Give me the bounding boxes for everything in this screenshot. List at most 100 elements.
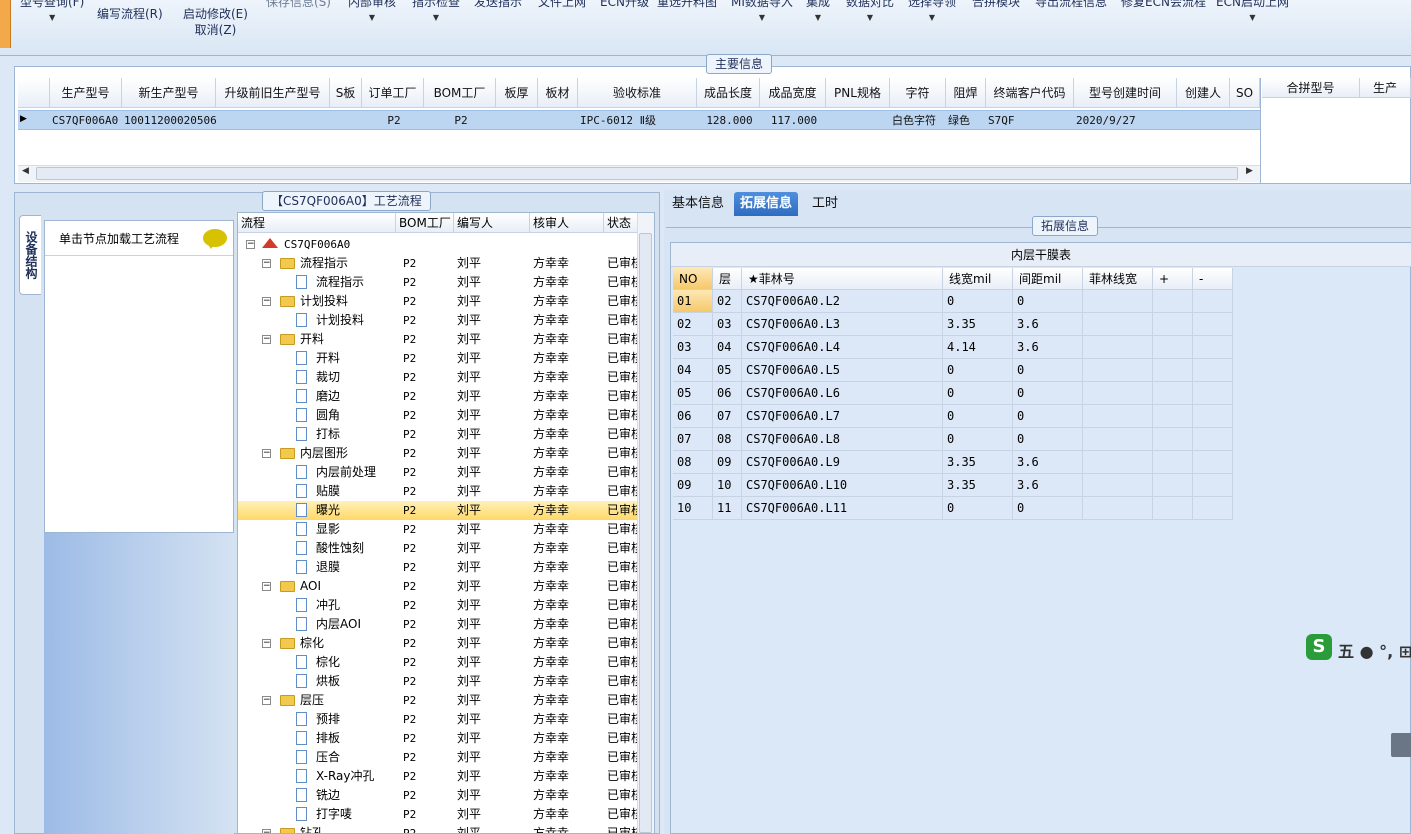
cell-12[interactable]: 白色字符 (890, 111, 946, 131)
ext-cell[interactable]: 05 (713, 359, 742, 382)
ext-cell[interactable] (1083, 428, 1153, 451)
ext-cell[interactable]: 0 (943, 497, 1013, 520)
cell-8[interactable]: IPC-6012 Ⅱ级 (578, 111, 697, 131)
ext-cell[interactable]: CS7QF006A0.L2 (742, 290, 943, 313)
ext-cell[interactable] (1153, 428, 1193, 451)
ext-cell[interactable]: 04 (713, 336, 742, 359)
ext-cell[interactable]: 10 (673, 497, 713, 520)
ext-cell[interactable]: 02 (673, 313, 713, 336)
cell-4[interactable]: P2 (362, 111, 424, 131)
tree-node[interactable]: 排板 P2 刘平 方幸幸 已审核 (238, 729, 638, 748)
collapse-icon[interactable]: − (262, 259, 271, 268)
cell-11[interactable] (826, 111, 890, 131)
ext-cell[interactable] (1153, 290, 1193, 313)
toolbar-button-4[interactable]: 内部审核 ▼ (348, 0, 396, 50)
ext-cell[interactable] (1153, 451, 1193, 474)
col-header-0[interactable]: 生产型号 (50, 78, 122, 108)
ext-cell[interactable]: 09 (713, 451, 742, 474)
ext-cell[interactable]: 0 (1013, 405, 1083, 428)
col-header-13[interactable]: 阻焊 (946, 78, 986, 108)
scroll-left-icon[interactable]: ◀ (22, 166, 29, 176)
tree-node[interactable]: 压合 P2 刘平 方幸幸 已审核 (238, 748, 638, 767)
cell-15[interactable]: 2020/9/27 (1074, 111, 1177, 131)
merge-col-header-0[interactable]: 合拼型号 (1262, 78, 1360, 98)
collapse-icon[interactable]: − (262, 335, 271, 344)
ext-col-header-6[interactable]: + (1153, 268, 1193, 290)
ext-cell[interactable] (1083, 336, 1153, 359)
ext-cell[interactable]: 07 (713, 405, 742, 428)
ext-cell[interactable] (1153, 336, 1193, 359)
ext-cell[interactable]: 3.6 (1013, 336, 1083, 359)
col-header-2[interactable]: 升级前旧生产型号 (216, 78, 330, 108)
ext-cell[interactable]: 3.35 (943, 474, 1013, 497)
ext-cell[interactable] (1083, 359, 1153, 382)
ext-col-header-1[interactable]: 层 (713, 268, 742, 290)
collapse-icon[interactable]: − (262, 582, 271, 591)
ext-cell[interactable] (1083, 497, 1153, 520)
toolbar-button-9[interactable]: 重选开料图 (657, 0, 717, 50)
toolbar-button-13[interactable]: 选择导领 ▼ (908, 0, 956, 50)
tree-node[interactable]: 退膜 P2 刘平 方幸幸 已审核 (238, 558, 638, 577)
ime-toolbar[interactable]: S 五 ● °, ⊞ (1304, 634, 1411, 662)
ext-cell[interactable]: CS7QF006A0.L3 (742, 313, 943, 336)
ext-cell[interactable] (1193, 290, 1233, 313)
toolbar-button-16[interactable]: 修复ECN会流程 (1121, 0, 1206, 50)
toolbar-button-1[interactable]: 编写流程(R) (97, 6, 163, 62)
ext-cell[interactable]: 08 (673, 451, 713, 474)
collapse-icon[interactable]: − (262, 696, 271, 705)
toolbar-button-10[interactable]: MI数据导入 ▼ (731, 0, 793, 50)
tree-scroll-thumb[interactable] (639, 233, 652, 833)
col-header-8[interactable]: 验收标准 (578, 78, 697, 108)
tree-node[interactable]: 冲孔 P2 刘平 方幸幸 已审核 (238, 596, 638, 615)
cell-14[interactable]: S7QF (986, 111, 1074, 131)
tree-node[interactable]: − 层压 P2 刘平 方幸幸 已审核 (238, 691, 638, 710)
toolbar-button-14[interactable]: 合拼模块 (972, 0, 1020, 50)
cell-0[interactable]: CS7QF006A0 (50, 111, 122, 131)
ext-col-header-7[interactable]: - (1193, 268, 1233, 290)
col-header-5[interactable]: BOM工厂 (424, 78, 496, 108)
cell-10[interactable]: 117.000 (760, 111, 826, 131)
ext-cell[interactable]: CS7QF006A0.L6 (742, 382, 943, 405)
tree-node[interactable]: 预排 P2 刘平 方幸幸 已审核 (238, 710, 638, 729)
ext-cell[interactable] (1083, 405, 1153, 428)
tree-node[interactable]: 圆角 P2 刘平 方幸幸 已审核 (238, 406, 638, 425)
col-header-4[interactable]: 订单工厂 (362, 78, 424, 108)
tree-col-header-1[interactable]: BOM工厂 (396, 213, 454, 233)
collapse-icon[interactable]: − (262, 829, 271, 833)
main-grid-hscroll-thumb[interactable] (36, 167, 1238, 180)
ext-cell[interactable] (1193, 428, 1233, 451)
ext-cell[interactable] (1193, 336, 1233, 359)
ext-cell[interactable]: 10 (713, 474, 742, 497)
col-header-3[interactable]: S板 (330, 78, 362, 108)
speech-bubble-icon[interactable] (203, 229, 227, 249)
col-header-14[interactable]: 终端客户代码 (986, 78, 1074, 108)
ext-cell[interactable]: CS7QF006A0.L4 (742, 336, 943, 359)
ext-cell[interactable]: 0 (1013, 359, 1083, 382)
ext-cell[interactable]: 3.6 (1013, 451, 1083, 474)
merge-col-header-1[interactable]: 生产 (1360, 78, 1411, 98)
ext-cell[interactable]: 06 (673, 405, 713, 428)
ext-cell[interactable]: 0 (1013, 290, 1083, 313)
vtab-equipment-structure[interactable]: 设备结构 (19, 215, 41, 295)
ext-cell[interactable]: 02 (713, 290, 742, 313)
col-header-6[interactable]: 板厚 (496, 78, 538, 108)
tree-node[interactable]: − 棕化 P2 刘平 方幸幸 已审核 (238, 634, 638, 653)
toolbar-button-7[interactable]: 文件上网 (538, 0, 586, 50)
ext-cell[interactable]: 09 (673, 474, 713, 497)
cell-13[interactable]: 绿色 (946, 111, 986, 131)
collapse-icon[interactable]: − (262, 297, 271, 306)
ext-cell[interactable]: 3.35 (943, 451, 1013, 474)
col-header-11[interactable]: PNL规格 (826, 78, 890, 108)
cell-5[interactable]: P2 (424, 111, 496, 131)
ext-col-header-5[interactable]: 菲林线宽 (1083, 268, 1153, 290)
ext-cell[interactable]: 0 (943, 359, 1013, 382)
cell-3[interactable] (330, 111, 362, 131)
ext-cell[interactable] (1193, 313, 1233, 336)
col-header-17[interactable]: SO (1230, 78, 1260, 108)
toolbar-button-6[interactable]: 发送指示 (474, 0, 522, 50)
ext-cell[interactable]: 0 (1013, 428, 1083, 451)
tree-col-header-4[interactable]: 状态 (604, 213, 638, 233)
tree-col-header-0[interactable]: 流程 (238, 213, 396, 233)
ext-cell[interactable] (1153, 405, 1193, 428)
ext-cell[interactable] (1153, 382, 1193, 405)
